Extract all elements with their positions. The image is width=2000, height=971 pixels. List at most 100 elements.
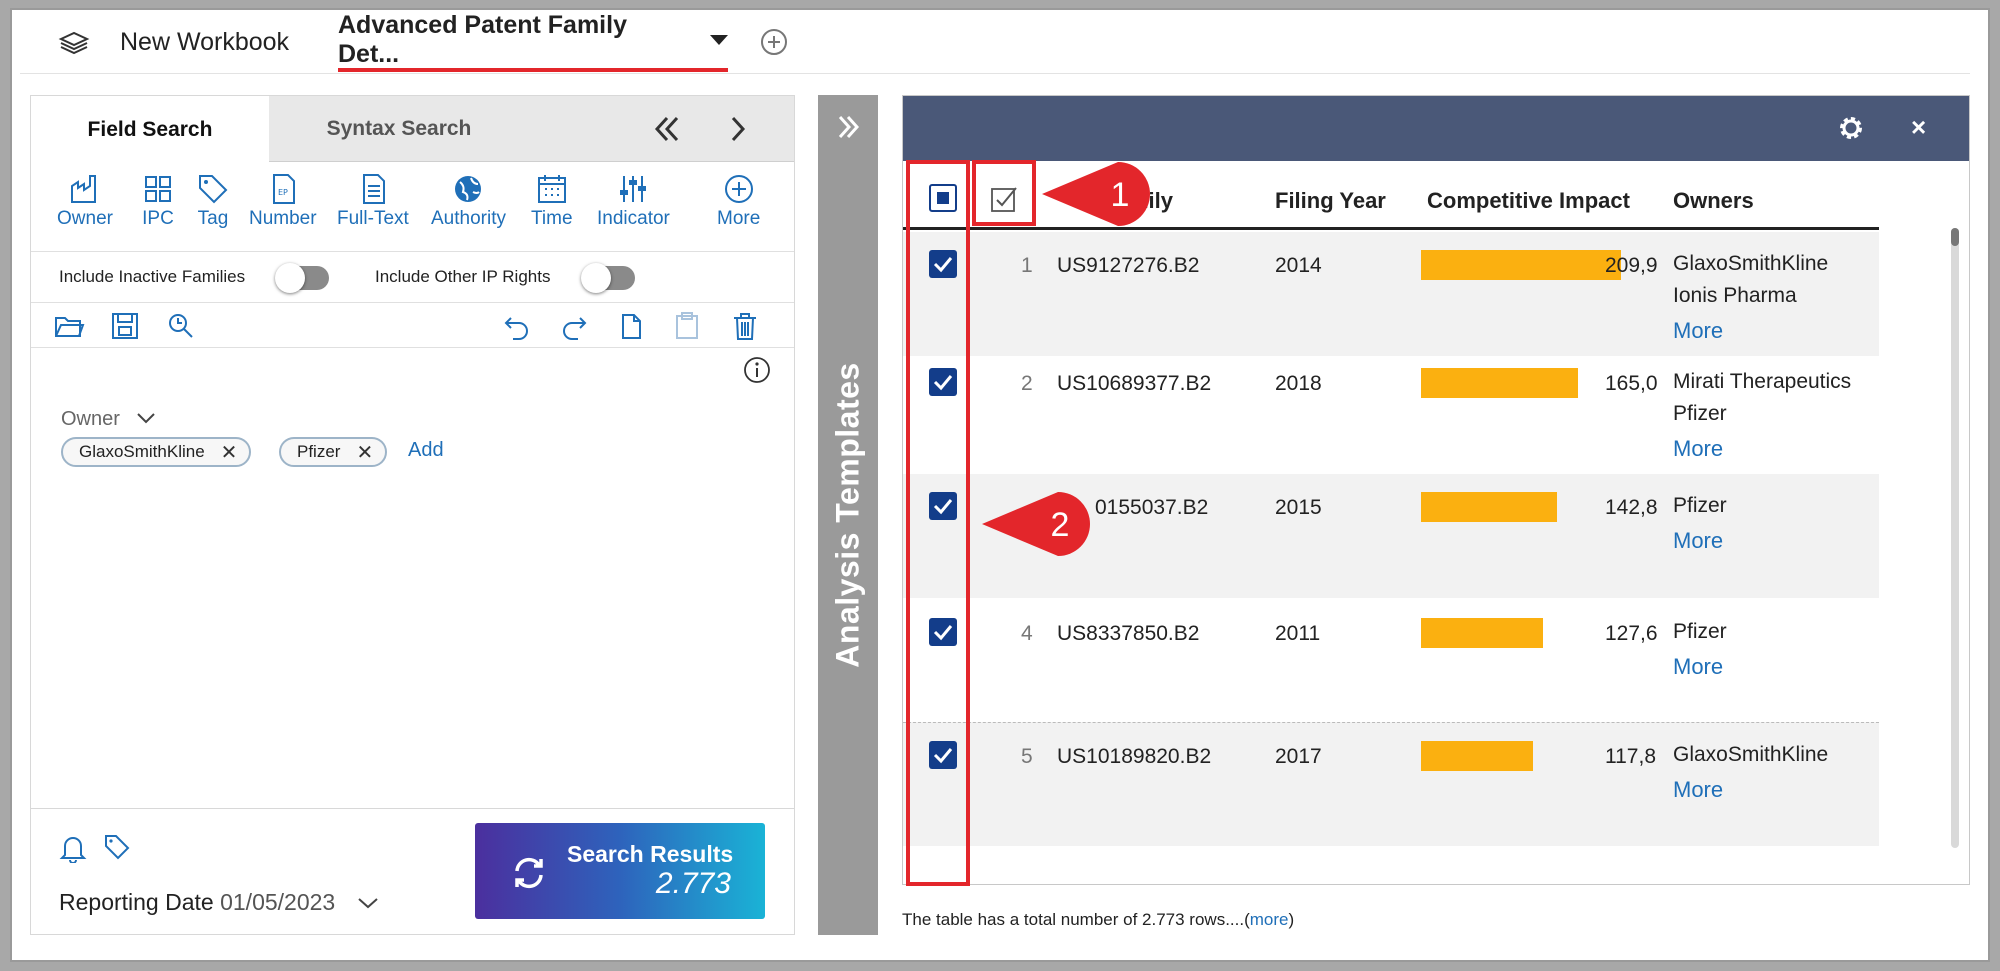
authority-tool-button[interactable]: Authority [431, 172, 506, 230]
query-actions [31, 304, 794, 348]
owner-name: GlaxoSmithKline [1673, 252, 1829, 275]
filing-year: 2014 [1275, 254, 1322, 277]
family-number[interactable]: US10689377.B2 [1057, 372, 1211, 396]
workbook-tab-bar: New Workbook Advanced Patent Family Det.… [20, 11, 1970, 74]
close-icon[interactable]: ✕ [221, 440, 238, 465]
add-owner-link[interactable]: Add [408, 439, 444, 462]
family-number[interactable]: US8337850.B2 [1057, 622, 1199, 646]
owners-more-link[interactable]: More [1673, 654, 1723, 680]
tag-icon [199, 175, 228, 204]
impact-bar [1421, 492, 1557, 522]
row-index: 1 [1021, 254, 1033, 277]
search-panel: Field Search Syntax Search Owner IPC Tag… [30, 95, 795, 935]
owners-more-link[interactable]: More [1673, 777, 1723, 803]
owners-more-link[interactable]: More [1673, 528, 1723, 554]
workbook-icon [58, 12, 90, 72]
filing-year: 2011 [1275, 622, 1321, 645]
search-tabs: Field Search Syntax Search [31, 96, 794, 163]
tab-new-workbook[interactable]: New Workbook [120, 12, 289, 72]
undo-icon[interactable] [501, 310, 533, 342]
gear-icon[interactable] [1835, 112, 1867, 144]
bell-icon[interactable] [59, 833, 87, 863]
table-scrollbar[interactable] [1951, 228, 1959, 848]
family-number[interactable]: 0155037.B2 [1095, 496, 1208, 520]
owner-chip-glaxosmithkline[interactable]: GlaxoSmithKline ✕ [61, 437, 252, 467]
callout-1-number: 1 [1111, 176, 1130, 214]
owner-chip-pfizer[interactable]: Pfizer ✕ [279, 437, 388, 467]
double-chevron-right-icon[interactable] [832, 111, 864, 143]
column-competitive-impact[interactable]: Competitive Impact [1427, 188, 1630, 214]
column-owners[interactable]: Owners [1673, 188, 1754, 214]
plus-circle-icon[interactable] [760, 12, 788, 72]
impact-bar [1421, 250, 1621, 280]
full-text-tool-button[interactable]: Full-Text [337, 172, 409, 230]
owner-tool-button[interactable]: Owner [57, 172, 113, 230]
owners-more-link[interactable]: More [1673, 436, 1723, 462]
table-row[interactable]: 4 US8337850.B2 2011 127,6 Pfizer More [903, 600, 1879, 724]
tab-syntax-search[interactable]: Syntax Search [269, 96, 529, 162]
copy-icon[interactable] [615, 310, 647, 342]
include-other-ip-toggle[interactable] [581, 263, 635, 293]
refresh-icon [515, 857, 543, 889]
chevron-down-icon [357, 898, 378, 909]
impact-value: 209,9 [1605, 254, 1658, 277]
table-row[interactable]: 5 US10189820.B2 2017 117,8 GlaxoSmithKline Mo… [903, 722, 1879, 846]
svg-text:EP: EP [278, 188, 288, 197]
chevron-right-icon[interactable] [721, 112, 755, 151]
include-inactive-label: Include Inactive Families [59, 267, 246, 286]
table-row[interactable]: 2 US10689377.B2 2018 165,0 Mirati Therapeuti… [903, 350, 1879, 474]
impact-value: 127,6 [1605, 622, 1658, 645]
paste-icon[interactable] [671, 310, 703, 342]
impact-bar [1421, 741, 1533, 771]
filing-year: 2017 [1275, 745, 1322, 768]
header-checkbox-highlight [972, 160, 1036, 226]
owner-name: GlaxoSmithKline [1673, 743, 1829, 766]
tag-tool-button[interactable]: Tag [196, 172, 230, 230]
tag-icon[interactable] [103, 833, 131, 861]
save-icon[interactable] [109, 310, 141, 342]
family-number[interactable]: US10189820.B2 [1057, 745, 1211, 769]
document-ep-icon: EP [272, 174, 295, 204]
trash-icon[interactable] [729, 310, 761, 342]
table-row[interactable]: 1 US9127276.B2 2014 209,9 GlaxoSmithKline Ion… [903, 232, 1879, 356]
reporting-date[interactable]: Reporting Date 01/05/2023 [59, 889, 380, 916]
owner-field-label[interactable]: Owner [61, 408, 157, 431]
document-text-icon [362, 174, 385, 204]
close-icon[interactable]: × [1911, 112, 1926, 143]
info-icon[interactable] [743, 356, 771, 384]
chevron-down-icon[interactable] [710, 35, 728, 45]
include-other-ip-label: Include Other IP Rights [375, 267, 551, 286]
impact-bar [1421, 618, 1543, 648]
filing-year: 2018 [1275, 372, 1322, 395]
sliders-icon [620, 176, 647, 202]
owner-name: Mirati Therapeutics [1673, 370, 1852, 393]
tab-field-search[interactable]: Field Search [31, 96, 269, 163]
close-icon[interactable]: ✕ [356, 440, 373, 465]
more-tools-button[interactable]: More [717, 172, 760, 230]
folder-open-icon[interactable] [53, 310, 85, 342]
impact-bar [1421, 368, 1578, 398]
column-filing-year[interactable]: Filing Year [1275, 188, 1386, 214]
row-index: 5 [1021, 745, 1033, 768]
search-footer: Reporting Date 01/05/2023 Search Results… [31, 808, 794, 934]
search-results-button[interactable]: Search Results 2.773 [475, 823, 765, 919]
history-search-icon[interactable] [165, 310, 197, 342]
redo-icon[interactable] [558, 310, 590, 342]
family-number[interactable]: US9127276.B2 [1057, 254, 1199, 278]
chevron-down-icon [137, 413, 156, 424]
double-chevron-left-icon[interactable] [649, 112, 683, 151]
callout-1: 1 [1042, 162, 1150, 226]
callout-2-number: 2 [1051, 506, 1070, 544]
owners-more-link[interactable]: More [1673, 318, 1723, 344]
ipc-tool-button[interactable]: IPC [141, 172, 175, 230]
indicator-tool-button[interactable]: Indicator [597, 172, 670, 230]
analysis-templates-panel[interactable]: Analysis Templates [818, 95, 878, 935]
tab-advanced-patent-family[interactable]: Advanced Patent Family Det... [338, 11, 728, 72]
more-rows-link[interactable]: more [1250, 910, 1289, 929]
results-header: × [903, 96, 1969, 161]
time-tool-button[interactable]: Time [531, 172, 573, 230]
analysis-templates-label: Analysis Templates [829, 362, 866, 668]
number-tool-button[interactable]: EP Number [249, 172, 317, 230]
include-inactive-toggle[interactable] [275, 263, 329, 293]
impact-value: 117,8 [1605, 745, 1656, 768]
